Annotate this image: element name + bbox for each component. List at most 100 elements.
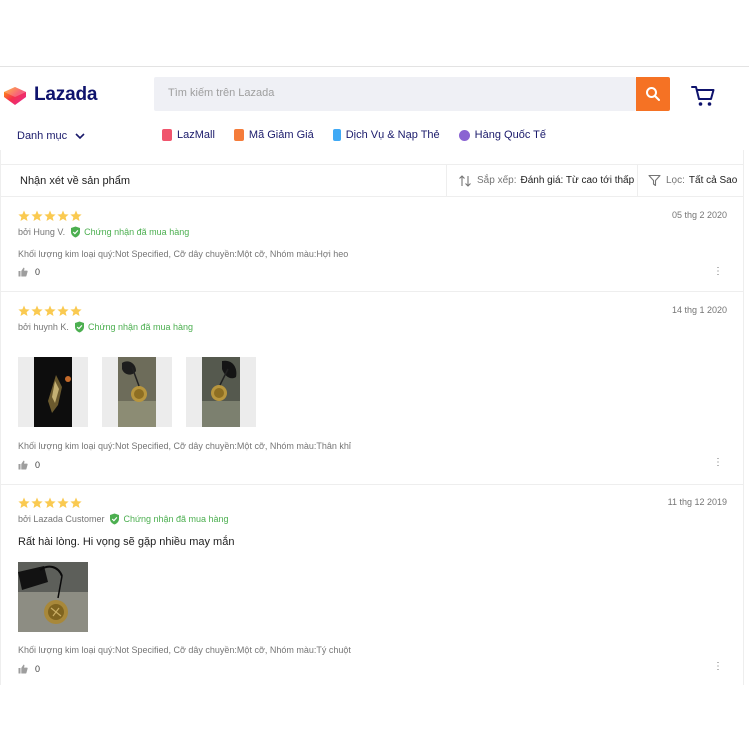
review-photo[interactable] bbox=[18, 562, 88, 632]
verified-badge: Chứng nhận đã mua hàng bbox=[74, 321, 193, 333]
star-icon bbox=[18, 497, 30, 508]
review-author: bởi Hung V. bbox=[18, 227, 66, 237]
nav-link-vouchers[interactable]: Mã Giảm Giá bbox=[233, 129, 314, 141]
nav-link-label: LazMall bbox=[177, 129, 215, 141]
thumbs-up-icon bbox=[18, 267, 28, 277]
cart-icon bbox=[691, 86, 715, 106]
reviews-title: Nhận xét về sản phẩm bbox=[20, 175, 131, 187]
verified-badge: Chứng nhận đã mua hàng bbox=[70, 226, 189, 238]
review-date: 11 thg 12 2019 bbox=[667, 497, 727, 507]
global-icon bbox=[458, 129, 470, 141]
review-photo[interactable] bbox=[18, 357, 88, 427]
nav-link-global[interactable]: Hàng Quốc Tế bbox=[458, 129, 547, 141]
star-icon bbox=[70, 210, 82, 221]
star-icon bbox=[18, 305, 30, 316]
nav-link-label: Mã Giảm Giá bbox=[248, 129, 314, 141]
top-nav-links: LazMall Mã Giảm Giá Dịch Vụ & Nạp Thẻ Hà… bbox=[162, 129, 546, 141]
star-icon bbox=[31, 210, 43, 221]
search-button[interactable] bbox=[636, 77, 670, 111]
star-rating bbox=[18, 305, 82, 317]
star-icon bbox=[44, 497, 56, 508]
review-byline: bởi huynh K. Chứng nhận đã mua hàng bbox=[18, 321, 193, 333]
review-photo[interactable] bbox=[186, 357, 256, 427]
verified-text: Chứng nhận đã mua hàng bbox=[84, 227, 190, 237]
star-icon bbox=[31, 497, 43, 508]
sort-dropdown[interactable]: Sắp xếp: Đánh giá: Từ cao tới thấp bbox=[446, 165, 637, 196]
lazmall-icon bbox=[162, 129, 172, 141]
top-divider bbox=[0, 66, 749, 67]
shield-check-icon bbox=[71, 226, 81, 238]
review-text: Rất hài lòng. Hi vọng sẽ gặp nhiều may m… bbox=[18, 536, 235, 548]
verified-text: Chứng nhận đã mua hàng bbox=[87, 322, 194, 332]
like-button[interactable]: 0 bbox=[18, 267, 40, 277]
sort-value: Đánh giá: Từ cao tới thấp bbox=[520, 175, 635, 186]
review-sku: Khối lượng kim loại quý:Not Specified, C… bbox=[18, 441, 351, 451]
like-count: 0 bbox=[35, 664, 41, 674]
review-byline: bởi Lazada Customer Chứng nhận đã mua hà… bbox=[18, 513, 229, 525]
shield-check-icon bbox=[110, 513, 120, 525]
filter-value: Tất cả Sao bbox=[688, 175, 738, 186]
star-icon bbox=[70, 305, 82, 316]
voucher-icon bbox=[233, 129, 244, 141]
review-sku: Khối lượng kim loại quý:Not Specified, C… bbox=[18, 645, 351, 655]
search-input[interactable]: Tìm kiếm trên Lazada bbox=[154, 77, 636, 111]
star-icon bbox=[57, 210, 69, 221]
thumbs-up-icon bbox=[18, 664, 28, 674]
nav-link-label: Hàng Quốc Tế bbox=[474, 129, 547, 141]
review-date: 14 thg 1 2020 bbox=[671, 305, 727, 315]
like-count: 0 bbox=[35, 267, 41, 277]
chevron-down-icon bbox=[75, 132, 85, 139]
review-byline: bởi Hung V. Chứng nhận đã mua hàng bbox=[18, 226, 189, 238]
filter-label: Lọc: bbox=[666, 175, 685, 186]
thumbs-up-icon bbox=[18, 460, 28, 470]
nav-link-lazmall[interactable]: LazMall bbox=[162, 129, 215, 141]
photo-pendant-image bbox=[18, 357, 88, 427]
nav-link-label: Dịch Vụ & Nạp Thẻ bbox=[345, 129, 440, 141]
shield-check-icon bbox=[74, 321, 84, 333]
search-placeholder: Tìm kiếm trên Lazada bbox=[168, 87, 275, 99]
sort-icon bbox=[459, 174, 471, 187]
star-icon bbox=[70, 497, 82, 508]
photo-pendant-image bbox=[186, 357, 256, 427]
reviews-header: Nhận xét về sản phẩm Sắp xếp: Đánh giá: … bbox=[1, 164, 743, 197]
panel-border-right bbox=[743, 150, 744, 685]
review-item: 05 thg 2 2020 bởi Hung V. Chứng nhận đã … bbox=[1, 197, 743, 292]
review-item: 14 thg 1 2020 bởi huynh K. Chứng nhận đã… bbox=[1, 292, 743, 485]
filter-icon bbox=[648, 174, 661, 187]
star-icon bbox=[31, 305, 43, 316]
star-icon bbox=[44, 305, 56, 316]
verified-text: Chứng nhận đã mua hàng bbox=[123, 514, 229, 524]
review-sku: Khối lượng kim loại quý:Not Specified, C… bbox=[18, 249, 349, 259]
review-author: bởi Lazada Customer bbox=[18, 514, 105, 524]
review-photo[interactable] bbox=[102, 357, 172, 427]
photo-pendant-image bbox=[102, 357, 172, 427]
logo-text: Lazada bbox=[34, 84, 98, 105]
review-date: 05 thg 2 2020 bbox=[671, 210, 727, 220]
nav-link-services[interactable]: Dịch Vụ & Nạp Thẻ bbox=[332, 129, 440, 141]
sort-label: Sắp xếp: bbox=[477, 175, 517, 186]
star-icon bbox=[44, 210, 56, 221]
phone-icon bbox=[332, 129, 341, 141]
star-icon bbox=[18, 210, 30, 221]
cart-button[interactable] bbox=[690, 84, 716, 113]
star-rating bbox=[18, 210, 82, 222]
review-item: 11 thg 12 2019 bởi Lazada Customer Chứng… bbox=[1, 485, 743, 685]
review-author: bởi huynh K. bbox=[18, 322, 69, 332]
more-options-icon[interactable]: ⋮ bbox=[713, 458, 723, 468]
filter-dropdown[interactable]: Lọc: Tất cả Sao bbox=[637, 165, 743, 196]
verified-badge: Chứng nhận đã mua hàng bbox=[109, 513, 229, 525]
category-label: Danh mục bbox=[17, 130, 68, 142]
search-icon bbox=[646, 87, 660, 101]
more-options-icon[interactable]: ⋮ bbox=[713, 267, 723, 277]
category-menu[interactable]: Danh mục bbox=[17, 130, 85, 142]
lazada-heart-icon bbox=[4, 87, 26, 105]
lazada-logo[interactable]: Lazada bbox=[2, 84, 97, 106]
star-icon bbox=[57, 305, 69, 316]
star-rating bbox=[18, 497, 82, 509]
more-options-icon[interactable]: ⋮ bbox=[713, 662, 723, 672]
like-count: 0 bbox=[35, 460, 41, 470]
photo-pendant-image bbox=[18, 562, 88, 632]
like-button[interactable]: 0 bbox=[18, 664, 40, 674]
star-icon bbox=[57, 497, 69, 508]
like-button[interactable]: 0 bbox=[18, 460, 40, 470]
